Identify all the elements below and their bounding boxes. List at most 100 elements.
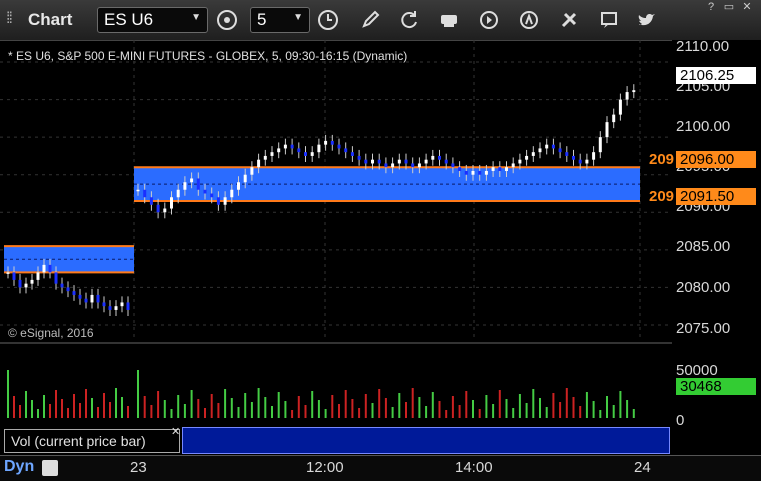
candle-body	[263, 155, 267, 160]
candle-body	[350, 152, 354, 156]
candle-body	[223, 197, 227, 205]
price-axis[interactable]: 2110.00 2105.00 2100.00 2095.00 2090.00 …	[672, 38, 761, 460]
candle-body	[377, 159, 381, 164]
upper-zone-label: 209	[649, 151, 675, 168]
candle-body	[126, 302, 130, 310]
get-icon[interactable]	[436, 7, 462, 33]
candle-body	[72, 291, 76, 295]
chevron-down-icon[interactable]: ▼	[191, 12, 201, 23]
minimize-icon[interactable]: ▭	[720, 0, 738, 14]
candle-body	[136, 189, 140, 192]
title-bar: ⁞⁞ Chart ES U6 ▼ 5 ▼ ? ▭ ✕	[0, 0, 761, 41]
candle-body	[277, 148, 281, 153]
candle-body	[464, 170, 468, 175]
candle-body	[30, 279, 34, 284]
alert-icon[interactable]	[516, 7, 542, 33]
candle-body	[357, 155, 361, 160]
candle-body	[371, 159, 374, 164]
candle-body	[66, 287, 70, 292]
candle-body	[297, 148, 301, 153]
candle-body	[257, 159, 261, 168]
interval-clock-icon[interactable]	[315, 7, 341, 33]
candle-body	[143, 189, 147, 198]
candle-body	[96, 294, 100, 303]
candle-body	[545, 144, 549, 149]
candle-body	[90, 294, 94, 303]
candle-body	[60, 283, 64, 288]
vol-y-label: 50000	[676, 362, 718, 379]
candle-body	[120, 302, 124, 307]
candle-body	[431, 155, 435, 160]
candle-body	[551, 144, 555, 149]
x-label: 23	[130, 459, 147, 476]
candle-body	[310, 152, 314, 156]
chart-window: ⁞⁞ Chart ES U6 ▼ 5 ▼ ? ▭ ✕ * ES U6, S&P …	[0, 0, 761, 481]
close-icon[interactable]: ✕	[171, 425, 180, 438]
close-icon[interactable]: ✕	[738, 0, 756, 14]
candle-body	[565, 152, 569, 156]
candle-body	[183, 182, 187, 190]
comment-icon[interactable]	[596, 7, 622, 33]
candle-body	[585, 159, 589, 164]
candle-body	[364, 159, 368, 164]
last-price-tag: 2106.25	[676, 67, 756, 84]
candle-body	[417, 163, 421, 168]
help-icon[interactable]: ?	[702, 0, 720, 14]
candle-body	[451, 163, 455, 168]
time-axis[interactable]: Dyn 23 12:00 14:00 24	[0, 455, 761, 481]
candle-body	[558, 148, 562, 153]
y-label: 2110.00	[676, 38, 730, 55]
lock-icon[interactable]	[42, 460, 58, 476]
candle-body	[304, 152, 307, 156]
candle-body	[78, 294, 82, 299]
candle-body	[42, 264, 46, 273]
copyright: © eSignal, 2016	[8, 326, 94, 340]
candle-body	[156, 204, 160, 213]
tools-icon[interactable]	[556, 7, 582, 33]
volume-tag: 30468	[676, 378, 756, 395]
candle-body	[108, 306, 112, 310]
candle-body	[190, 178, 194, 183]
candle-body	[498, 167, 502, 171]
volume-label: Vol (current price bar)	[4, 429, 180, 453]
candle-body	[54, 272, 58, 284]
candle-body	[114, 306, 118, 310]
candle-body	[598, 137, 602, 153]
chevron-down-icon[interactable]: ▼	[293, 12, 303, 23]
price-chart[interactable]	[0, 40, 672, 460]
candle-body	[444, 159, 448, 164]
candle-body	[404, 159, 408, 164]
draw-pencil-icon[interactable]	[357, 7, 383, 33]
candle-body	[438, 155, 441, 160]
candle-body	[210, 193, 214, 198]
candle-body	[471, 170, 475, 175]
candle-body	[618, 99, 622, 115]
candle-body	[538, 148, 542, 153]
lower-zone-tag: 2091.50	[676, 188, 756, 205]
candle-body	[484, 170, 488, 175]
play-icon[interactable]	[476, 7, 502, 33]
interval-value: 5	[257, 10, 267, 29]
candle-body	[625, 92, 629, 100]
candle-body	[505, 167, 508, 171]
candle-body	[411, 163, 415, 168]
dyn-label[interactable]: Dyn	[4, 458, 34, 476]
symbol-settings-icon[interactable]	[214, 7, 240, 33]
candle-body	[317, 144, 321, 153]
x-label: 12:00	[306, 459, 344, 476]
upper-zone-tag: 2096.00	[676, 151, 756, 168]
candle-body	[572, 155, 575, 160]
symbol-input[interactable]: ES U6 ▼	[97, 7, 208, 33]
candle-body	[102, 302, 106, 307]
twitter-icon[interactable]	[634, 7, 660, 33]
candle-body	[612, 114, 616, 123]
grip-icon[interactable]: ⁞⁞	[6, 10, 13, 28]
candle-body	[531, 152, 535, 156]
candle-body	[84, 298, 88, 303]
candle-body	[458, 167, 462, 171]
candle-body	[478, 170, 482, 175]
candle-body	[525, 155, 529, 160]
refresh-icon[interactable]	[396, 7, 422, 33]
candle-body	[176, 189, 180, 198]
interval-input[interactable]: 5 ▼	[250, 7, 310, 33]
